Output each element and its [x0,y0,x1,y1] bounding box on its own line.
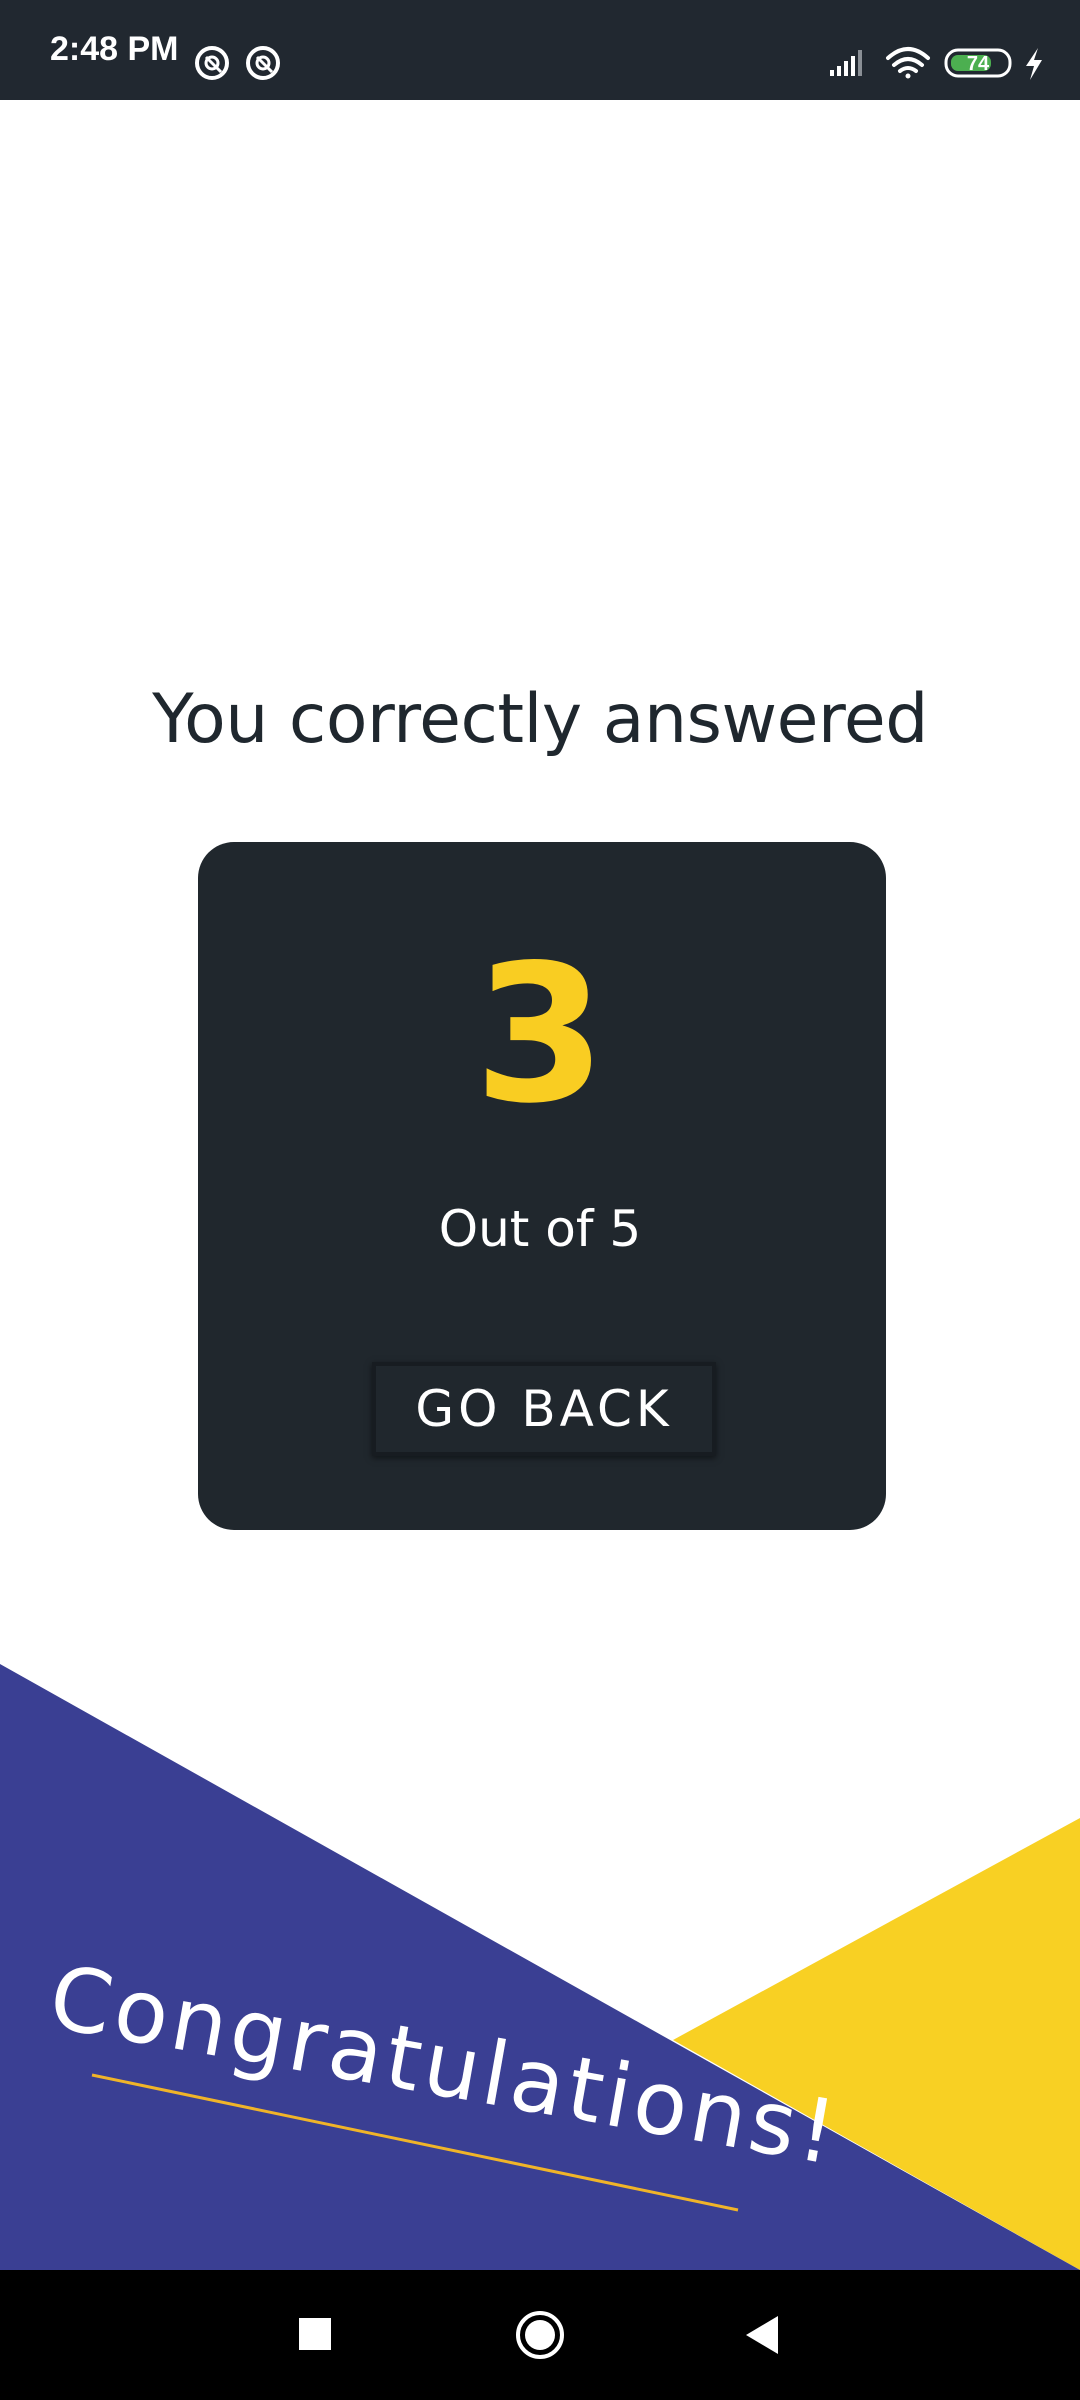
navigation-bar [0,2270,1080,2400]
back-triangle-icon[interactable] [728,2270,798,2400]
score-number: 3 [473,924,607,1145]
recents-square-icon[interactable] [280,2270,350,2400]
go-back-button[interactable]: GO BACK [372,1362,716,1456]
result-heading: You correctly answered [152,680,928,759]
score-total-text: Out of 5 [438,1200,642,1258]
quiz-result-screen: 2:48 PM 74 You correctly answered 3 Out … [0,0,1080,2400]
home-circle-icon[interactable] [505,2270,575,2400]
